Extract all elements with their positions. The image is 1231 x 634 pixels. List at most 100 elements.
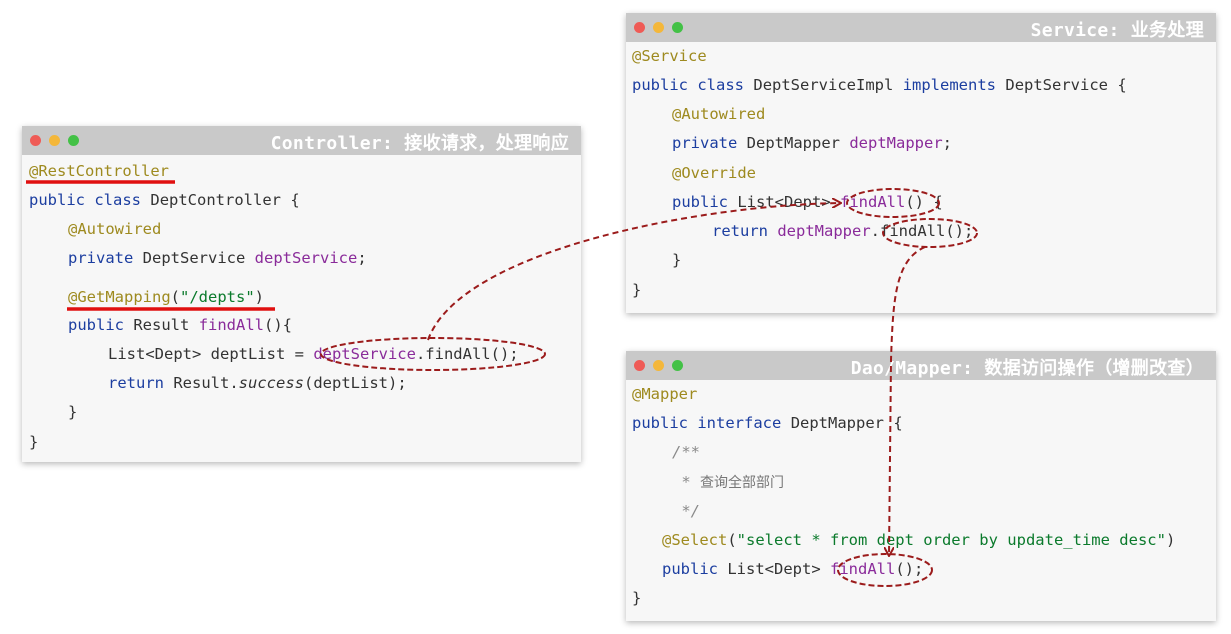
code-token: (deptList); (304, 374, 407, 392)
keyword-token: public (29, 191, 85, 209)
controller-panel: Controller: 接收请求，处理响应 @RestController pu… (22, 126, 581, 462)
window-controls (30, 135, 79, 146)
code-line: } (672, 250, 681, 270)
method-token: success (238, 374, 304, 392)
code-token: ( (170, 288, 180, 306)
method-token: findAll (840, 193, 906, 211)
code-token: Result (133, 316, 190, 334)
code-line: /** (672, 442, 700, 462)
minimize-dot-icon[interactable] (49, 135, 60, 146)
keyword-token: public (632, 76, 688, 94)
code-line: */ (672, 501, 700, 521)
brace-token: } (632, 589, 642, 607)
code-line: @GetMapping("/depts") (68, 287, 264, 307)
code-line: public Result findAll(){ (68, 315, 292, 335)
minimize-dot-icon[interactable] (653, 360, 664, 371)
keyword-token: interface (697, 414, 782, 432)
annotation-token: @Select (662, 531, 728, 549)
code-token: Result. (173, 374, 239, 392)
service-panel: Service: 业务处理 @Service public class Dept… (626, 13, 1216, 313)
code-line: @Service (632, 46, 707, 66)
keyword-token: private (68, 249, 134, 267)
code-line: return Result.success(deptList); (108, 373, 407, 393)
keyword-token: public (68, 316, 124, 334)
code-line: @Override (672, 163, 756, 183)
field-token: deptService (313, 345, 416, 363)
brace-token: } (68, 403, 78, 421)
keyword-token: class (697, 76, 745, 94)
code-token: (); (895, 560, 924, 578)
maximize-dot-icon[interactable] (672, 22, 683, 33)
string-token: "/depts" (180, 288, 255, 306)
window-controls (634, 22, 683, 33)
brace-token: } (672, 251, 682, 269)
code-line: * 查询全部部门 (672, 472, 784, 493)
code-token: () { (905, 193, 943, 211)
close-dot-icon[interactable] (634, 360, 645, 371)
annotation-token: @Mapper (632, 385, 698, 403)
mapper-title: Dao/Mapper: 数据访问操作（增删改查） (850, 358, 1204, 379)
code-token: DeptService (142, 249, 246, 267)
keyword-token: public (672, 193, 728, 211)
code-line: List<Dept> deptList = deptService.findAl… (108, 344, 519, 364)
code-token: .findAll(); (415, 345, 519, 363)
code-token: DeptServiceImpl (753, 76, 894, 94)
code-line: @Autowired (672, 104, 765, 124)
code-token: ; (942, 134, 953, 152)
code-token: ) (254, 288, 264, 306)
brace-token: } (632, 281, 642, 299)
mapper-titlebar: Dao/Mapper: 数据访问操作（增删改查） (626, 351, 1216, 380)
code-token: ; (357, 249, 367, 267)
annotation-token: @RestController (29, 162, 169, 180)
method-token: findAll (198, 316, 265, 334)
code-line: } (68, 402, 77, 422)
annotation-token: @Override (672, 164, 756, 182)
service-titlebar: Service: 业务处理 (626, 13, 1216, 42)
annotation-token: @Autowired (68, 220, 162, 238)
comment-token: */ (672, 502, 700, 520)
code-line: public interface DeptMapper { (632, 413, 903, 433)
close-dot-icon[interactable] (30, 135, 41, 146)
keyword-token: class (94, 191, 142, 209)
code-token: .findAll(); (870, 222, 974, 240)
annotation-token: @Autowired (672, 105, 766, 123)
code-line: return deptMapper.findAll(); (712, 221, 973, 241)
code-line: private DeptService deptService; (68, 248, 367, 268)
code-token: List<Dept> deptList = (108, 345, 314, 363)
code-line: public class DeptController { (29, 190, 300, 210)
code-token: ) (1165, 531, 1176, 549)
code-line: public List<Dept> findAll(); (662, 559, 923, 579)
code-line: private DeptMapper deptMapper; (672, 133, 952, 153)
code-line: @RestController (29, 161, 169, 181)
minimize-dot-icon[interactable] (653, 22, 664, 33)
field-token: deptMapper (777, 222, 871, 240)
keyword-token: implements (902, 76, 997, 94)
close-dot-icon[interactable] (634, 22, 645, 33)
controller-title: Controller: 接收请求，处理响应 (270, 133, 569, 154)
maximize-dot-icon[interactable] (68, 135, 79, 146)
keyword-token: private (672, 134, 738, 152)
code-line: @Mapper (632, 384, 697, 404)
code-token: DeptController { (150, 191, 300, 209)
controller-titlebar: Controller: 接收请求，处理响应 (22, 126, 581, 155)
code-token: ( (727, 531, 737, 549)
annotation-token: @GetMapping (68, 288, 171, 306)
code-token: (){ (264, 316, 293, 334)
keyword-token: public (662, 560, 718, 578)
code-token: DeptMapper { (790, 414, 903, 432)
mapper-panel: Dao/Mapper: 数据访问操作（增删改查） @Mapper public … (626, 351, 1216, 621)
string-token: "select * from dept order by update_time… (736, 531, 1166, 549)
code-token: DeptService { (1005, 76, 1127, 94)
method-token: findAll (830, 560, 896, 578)
keyword-token: return (712, 222, 768, 240)
brace-token: } (29, 433, 39, 451)
service-title: Service: 业务处理 (1030, 20, 1204, 41)
maximize-dot-icon[interactable] (672, 360, 683, 371)
comment-text: 查询全部部门 (700, 475, 784, 491)
comment-token: /** (672, 443, 700, 461)
code-line: public List<Dept> findAll() { (672, 192, 943, 212)
field-token: deptMapper (849, 134, 943, 152)
code-line: @Autowired (68, 219, 161, 239)
code-line: @Select("select * from dept order by upd… (662, 530, 1175, 550)
code-token: List<Dept> (727, 560, 821, 578)
